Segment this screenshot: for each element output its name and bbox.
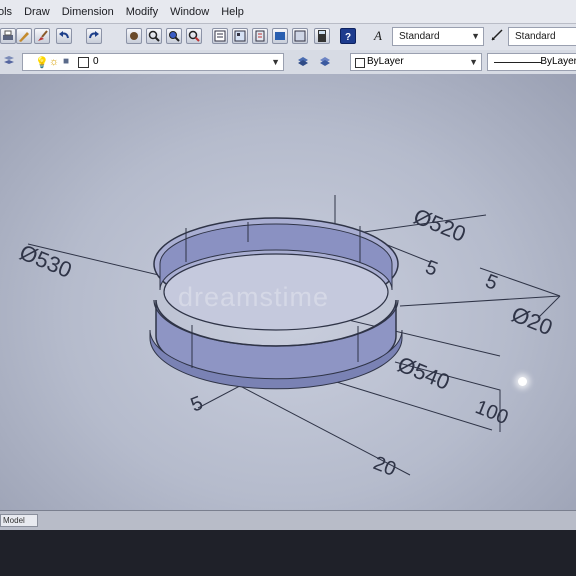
properties-icon[interactable] [212,28,228,44]
zoom-window-icon[interactable] [166,28,182,44]
dim-label-d520: Ø520 [410,203,469,246]
dim-label-5-right: 5 [482,270,501,295]
menu-help[interactable]: Help [221,0,244,24]
screen-glare [518,377,527,386]
pencil-icon[interactable] [16,28,32,44]
color-select[interactable]: ByLayer ▼ [350,53,482,71]
pan-icon[interactable] [126,28,142,44]
layer-manager-icon[interactable] [2,54,18,70]
sun-icon: ☼ [49,56,60,68]
dim-style-select[interactable]: Standard [508,27,576,46]
dim-label-100: 100 [472,396,511,429]
chevron-down-icon: ▼ [271,57,280,67]
text-style-value: Standard [399,31,440,42]
svg-text:A: A [373,28,382,42]
properties-toolbar: 💡 ☼ ■ 0 ▼ ByLayer ▼ ByLayer [0,50,576,75]
menu-draw[interactable]: Draw [24,0,50,24]
print-icon[interactable] [0,28,16,44]
make-current-icon[interactable] [296,54,312,70]
dim-style-icon[interactable] [490,28,506,44]
layer-select[interactable]: 💡 ☼ ■ 0 ▼ [22,53,284,71]
sheet-set-icon[interactable] [272,28,288,44]
watermark: dreamstime [178,282,330,312]
dim-label-d530: Ø530 [16,239,75,282]
lock-icon: ■ [63,56,70,67]
dim-label-d540: Ø540 [394,351,453,394]
calculator-icon[interactable] [314,28,330,44]
color-swatch-icon [78,57,89,68]
color-box-icon [355,58,365,68]
layer-previous-icon[interactable] [318,54,334,70]
tab-model[interactable]: Model [0,514,38,527]
design-center-icon[interactable] [232,28,248,44]
command-line[interactable] [0,530,576,576]
leader-line-right-a [399,295,561,307]
linetype-select[interactable]: ByLayer [487,53,576,71]
paint-brush-icon[interactable] [34,28,50,44]
markup-icon[interactable] [292,28,308,44]
chevron-down-icon: ▼ [469,57,478,67]
tool-palettes-icon[interactable] [252,28,268,44]
lightbulb-icon: 💡 [35,57,49,69]
linetype-sample [494,62,542,63]
menu-dimension[interactable]: Dimension [62,0,114,24]
text-style-select[interactable]: Standard ▼ [392,27,484,46]
linetype-value: ByLayer [540,56,576,67]
standard-toolbar: ? A Standard ▼ Standard [0,24,576,51]
undo-icon[interactable] [56,28,72,44]
text-style-icon[interactable]: A [373,28,389,44]
menu-window[interactable]: Window [170,0,209,24]
help-icon[interactable]: ? [340,28,356,44]
zoom-realtime-icon[interactable] [146,28,162,44]
dimension-line-540 [329,379,493,431]
chevron-down-icon: ▼ [471,31,480,41]
redo-icon[interactable] [86,28,102,44]
zoom-previous-icon[interactable] [186,28,202,44]
layout-tabs-bar: Model [0,510,576,531]
dim-label-5-left: 5 [188,392,207,417]
dim-style-value: Standard [515,31,556,42]
svg-text:?: ? [345,32,351,43]
menu-modify[interactable]: Modify [126,0,158,24]
layer-name: 0 [93,56,99,67]
menu-bar: ols Draw Dimension Modify Window Help [0,0,576,24]
menu-tools[interactable]: ols [0,0,12,24]
color-value: ByLayer [367,56,404,67]
